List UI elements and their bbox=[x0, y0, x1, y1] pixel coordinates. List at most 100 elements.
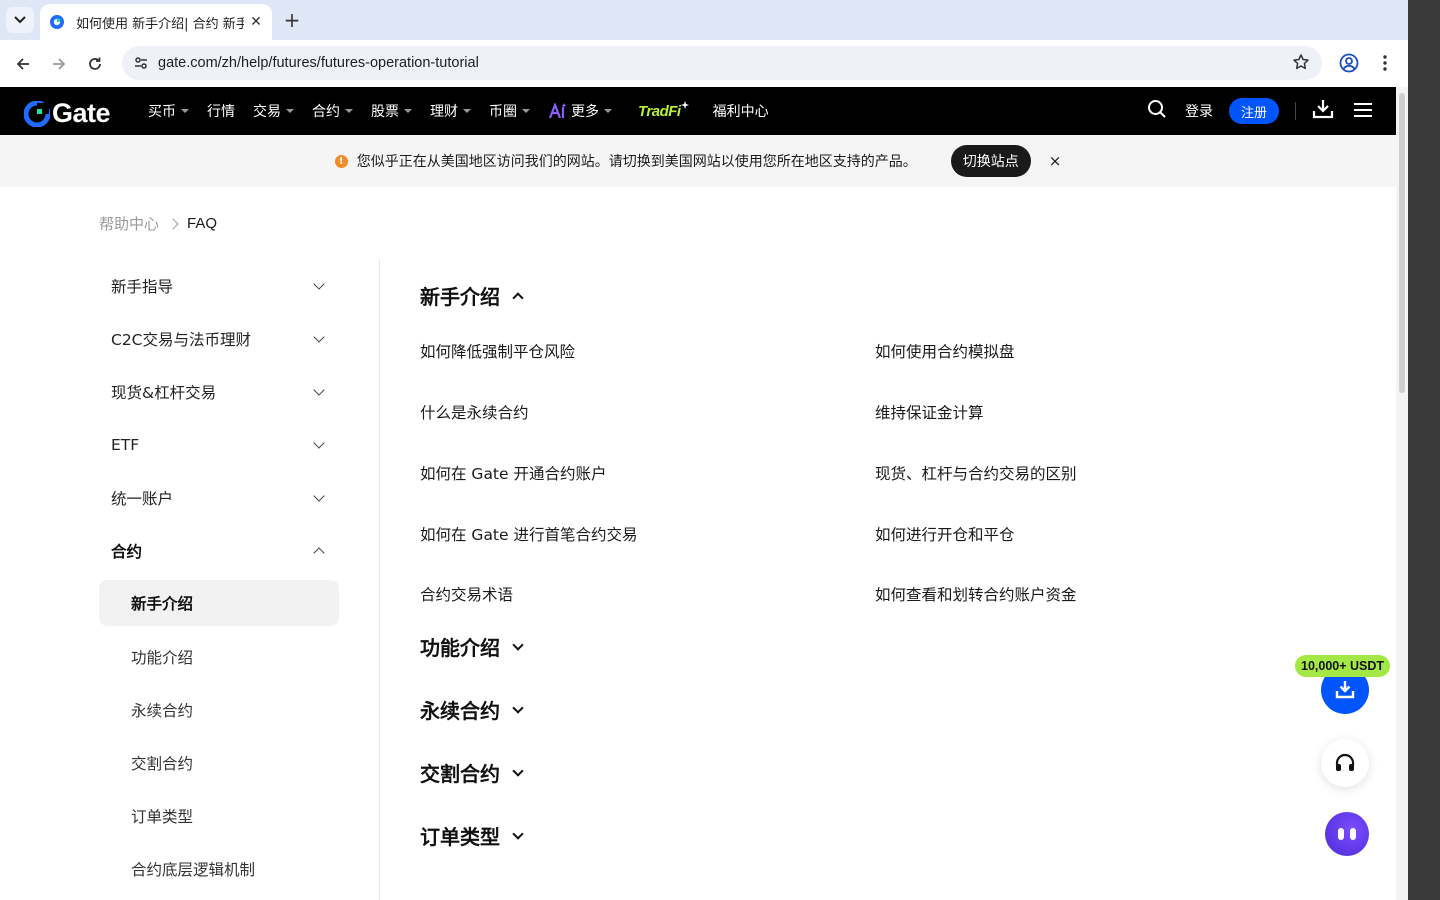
chevron-up-icon bbox=[512, 291, 524, 304]
bot-eye-icon bbox=[1350, 828, 1356, 840]
sidebar-category-label: 新手指导 bbox=[111, 277, 174, 296]
nav-buy-crypto[interactable]: 买币 bbox=[148, 101, 189, 121]
site-info-icon[interactable] bbox=[130, 52, 152, 74]
sidebar-category-etf[interactable]: ETF bbox=[99, 418, 339, 471]
browser-tab-active[interactable]: 如何使用 新手介绍| 合约 新手 ✕ bbox=[40, 4, 272, 40]
bookmark-star-icon[interactable] bbox=[1292, 53, 1310, 75]
window-edge bbox=[1408, 0, 1440, 900]
tab-search-button[interactable] bbox=[6, 7, 34, 33]
main-nav: 买币 行情 交易 合约 股票 理财 币圈 更多 TradFi 福利中心 bbox=[148, 87, 787, 135]
sidebar-category-c2c[interactable]: C2C交易与法币理财 bbox=[99, 312, 339, 365]
faq-link[interactable]: 如何查看和划转合约账户资金 bbox=[875, 564, 1330, 625]
sidebar-item-underlying-logic[interactable]: 合约底层逻辑机制 bbox=[99, 842, 339, 895]
reload-button[interactable] bbox=[83, 52, 107, 76]
sidebar-category-spot-margin[interactable]: 现货&杠杆交易 bbox=[99, 365, 339, 418]
download-icon[interactable] bbox=[1312, 99, 1334, 123]
chevron-right-icon bbox=[167, 217, 179, 230]
sidebar-item-delivery[interactable]: 交割合约 bbox=[99, 736, 339, 789]
faq-link[interactable]: 如何进行开仓和平仓 bbox=[875, 503, 1330, 564]
faq-content: 新手介绍 如何降低强制平仓风险 如何使用合约模拟盘 什么是永续合约 维持保证金计… bbox=[420, 275, 1340, 856]
faq-link[interactable]: 维持保证金计算 bbox=[875, 382, 1330, 443]
caret-down-icon bbox=[181, 109, 189, 113]
section-order-types-header[interactable]: 订单类型 bbox=[420, 816, 1340, 856]
faq-link[interactable]: 现货、杠杆与合约交易的区别 bbox=[875, 443, 1330, 504]
sidebar-category-unified-account[interactable]: 统一账户 bbox=[99, 471, 339, 524]
section-perpetual-header[interactable]: 永续合约 bbox=[420, 690, 1340, 730]
section-delivery-header[interactable]: 交割合约 bbox=[420, 753, 1340, 793]
nav-markets[interactable]: 行情 bbox=[207, 101, 235, 121]
faq-link[interactable]: 什么是永续合约 bbox=[420, 382, 875, 443]
header-divider bbox=[1295, 102, 1296, 120]
breadcrumb-current: FAQ bbox=[187, 215, 218, 232]
sidebar-category-futures[interactable]: 合约 bbox=[99, 524, 339, 577]
nav-community[interactable]: 币圈 bbox=[489, 101, 530, 121]
hamburger-menu-icon[interactable] bbox=[1354, 102, 1372, 121]
nav-label: 买币 bbox=[148, 104, 176, 120]
section-beginner-intro-header[interactable]: 新手介绍 bbox=[420, 275, 1340, 315]
sidebar-item-order-types[interactable]: 订单类型 bbox=[99, 789, 339, 842]
browser-chrome: 如何使用 新手介绍| 合约 新手 ✕ + gate.com/zh/help/fu… bbox=[0, 0, 1408, 87]
arrow-left-icon bbox=[16, 58, 29, 70]
tab-close-icon[interactable]: ✕ bbox=[248, 14, 264, 30]
sidebar-divider bbox=[379, 259, 380, 900]
address-bar[interactable]: gate.com/zh/help/futures/futures-operati… bbox=[122, 46, 1322, 80]
warning-icon: ! bbox=[334, 154, 348, 168]
chevron-down-icon bbox=[512, 702, 524, 714]
scrollbar-thumb[interactable] bbox=[1399, 93, 1405, 393]
nav-tradfi[interactable]: TradFi bbox=[638, 101, 689, 120]
nav-label: 交易 bbox=[253, 104, 281, 120]
gate-logo[interactable]: Gate bbox=[24, 98, 111, 129]
faq-link[interactable]: 如何降低强制平仓风险 bbox=[420, 321, 875, 382]
nav-label: 股票 bbox=[371, 104, 399, 120]
sidebar-item-beginner-intro[interactable]: 新手介绍 bbox=[99, 580, 339, 626]
nav-stocks[interactable]: 股票 bbox=[371, 101, 412, 121]
switch-site-button[interactable]: 切换站点 bbox=[950, 145, 1031, 177]
arrow-right-icon bbox=[53, 58, 66, 70]
sidebar-item-perpetual[interactable]: 永续合约 bbox=[99, 683, 339, 736]
nav-trade[interactable]: 交易 bbox=[253, 101, 294, 121]
faq-link[interactable]: 如何在 Gate 进行首笔合约交易 bbox=[420, 503, 875, 564]
faq-link[interactable]: 合约交易术语 bbox=[420, 564, 875, 625]
login-link[interactable]: 登录 bbox=[1185, 101, 1213, 121]
section-feature-intro-header[interactable]: 功能介绍 bbox=[420, 627, 1340, 667]
browser-toolbar: gate.com/zh/help/futures/futures-operati… bbox=[0, 40, 1408, 87]
breadcrumb: 帮助中心 FAQ bbox=[99, 213, 217, 234]
faq-link[interactable]: 如何使用合约模拟盘 bbox=[875, 321, 1330, 382]
nav-earn[interactable]: 理财 bbox=[430, 101, 471, 121]
nav-more[interactable]: 更多 bbox=[548, 101, 612, 121]
ai-sparkle-icon bbox=[548, 103, 567, 119]
breadcrumb-help-center[interactable]: 帮助中心 bbox=[99, 213, 159, 234]
sidebar-category-beginner-guide[interactable]: 新手指导 bbox=[99, 259, 339, 312]
close-icon[interactable]: × bbox=[1049, 152, 1062, 170]
forward-button[interactable] bbox=[47, 52, 71, 76]
nav-futures[interactable]: 合约 bbox=[312, 101, 353, 121]
browser-menu-icon[interactable] bbox=[1376, 52, 1394, 74]
nav-label: 福利中心 bbox=[712, 104, 769, 120]
site-header: Gate 买币 行情 交易 合约 股票 理财 币圈 更多 TradFi 福利中心 bbox=[0, 87, 1396, 135]
new-tab-button[interactable]: + bbox=[280, 8, 304, 32]
nav-welfare-center[interactable]: 福利中心 bbox=[713, 101, 769, 121]
search-icon[interactable] bbox=[1147, 99, 1167, 123]
url-text[interactable]: gate.com/zh/help/futures/futures-operati… bbox=[158, 55, 479, 71]
notice-text: 您似乎正在从美国地区访问我们的网站。请切换到美国网站以使用您所在地区支持的产品。 bbox=[356, 154, 917, 170]
page-scrollbar[interactable] bbox=[1396, 87, 1408, 900]
caret-down-icon bbox=[404, 109, 412, 113]
sidebar-item-feature-intro[interactable]: 功能介绍 bbox=[99, 630, 339, 683]
faq-link[interactable]: 如何在 Gate 开通合约账户 bbox=[420, 443, 875, 504]
bot-eye-icon bbox=[1338, 828, 1344, 840]
section-title: 交割合约 bbox=[420, 762, 500, 787]
profile-icon[interactable] bbox=[1338, 52, 1360, 74]
chevron-down-icon bbox=[313, 330, 325, 343]
download-icon bbox=[1335, 681, 1355, 699]
chevron-down-icon bbox=[313, 436, 325, 449]
ai-assistant-button[interactable] bbox=[1325, 812, 1369, 856]
register-button[interactable]: 注册 bbox=[1228, 98, 1279, 124]
nav-label: 理财 bbox=[430, 104, 458, 120]
caret-down-icon bbox=[463, 109, 471, 113]
back-button[interactable] bbox=[11, 52, 35, 76]
section-title: 功能介绍 bbox=[420, 636, 500, 661]
customer-support-button[interactable] bbox=[1321, 739, 1369, 787]
reward-badge[interactable]: 10,000+ USDT bbox=[1295, 655, 1391, 677]
gate-favicon-icon bbox=[48, 13, 66, 31]
sidebar-category-label: 合约 bbox=[111, 542, 143, 561]
